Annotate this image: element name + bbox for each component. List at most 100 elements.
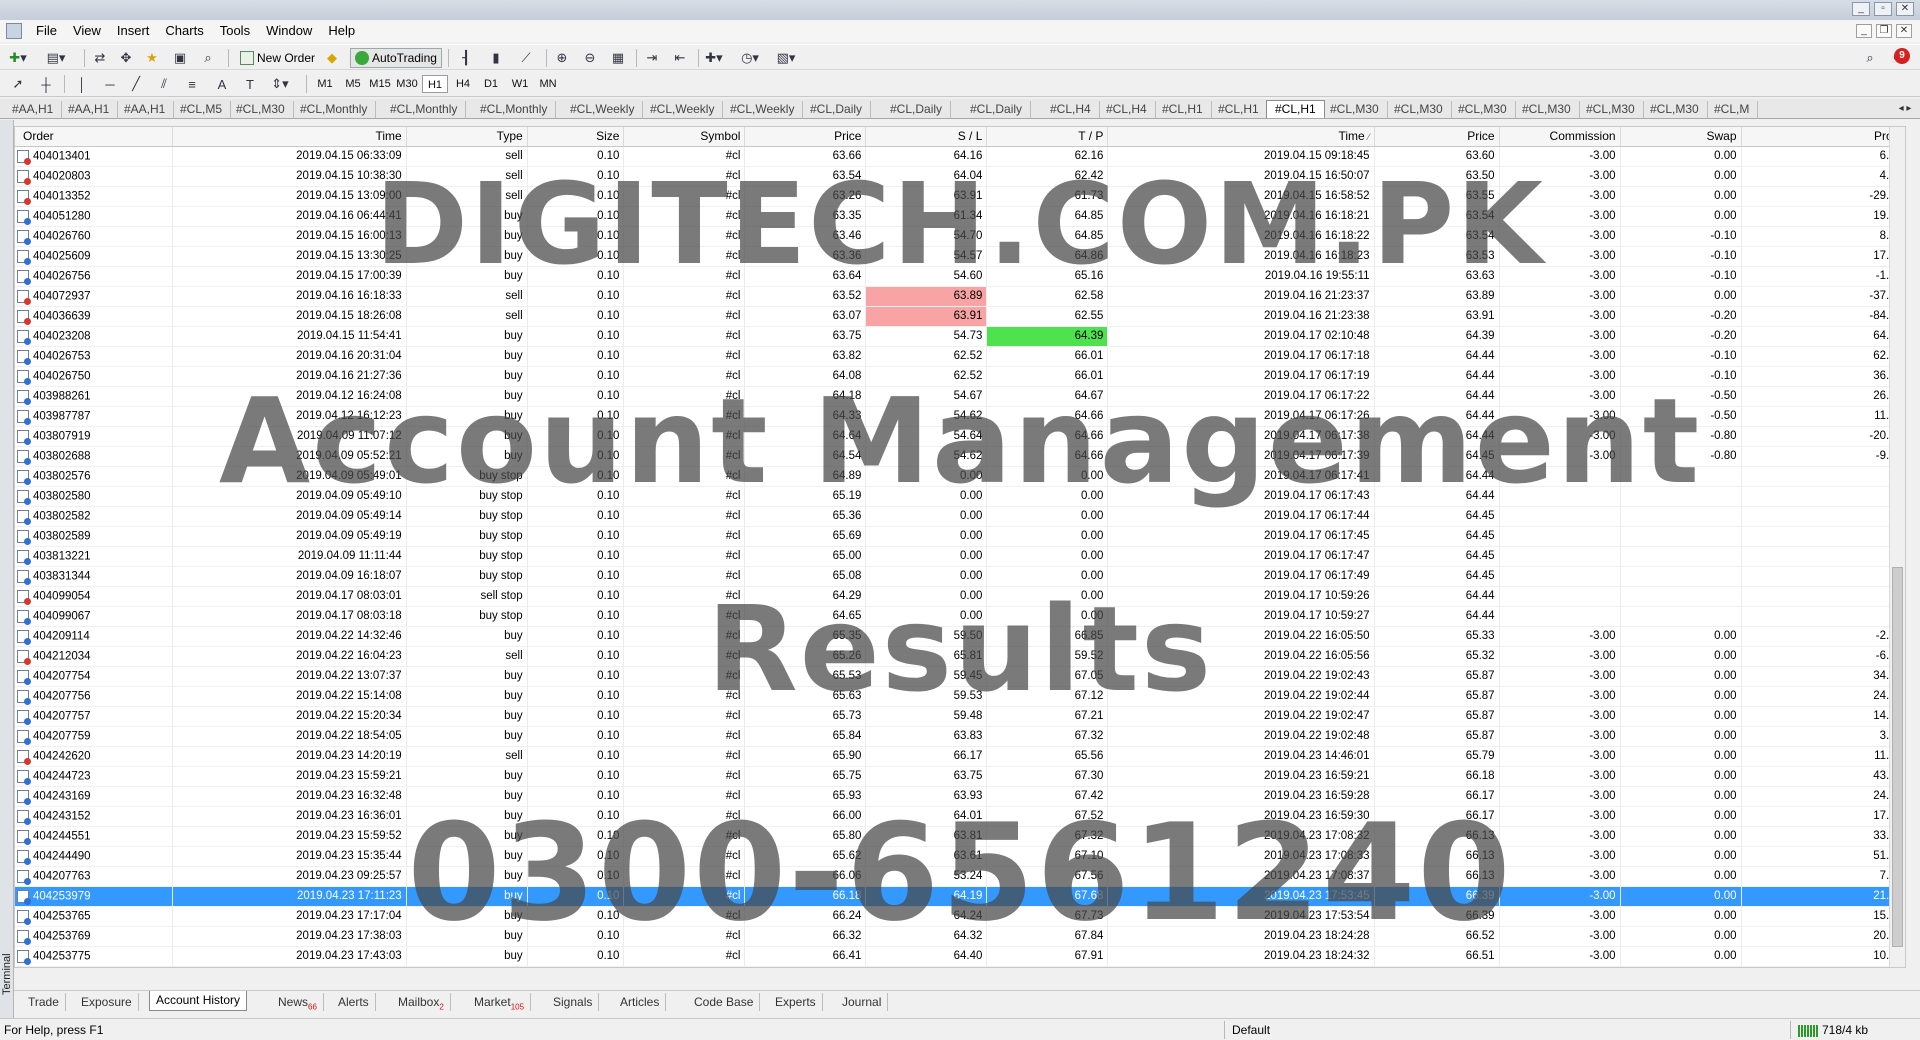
timeframe-m15[interactable]: M15 [367,75,393,93]
chart-tab[interactable]: #CL,Daily [962,101,1032,118]
terminal-tab[interactable]: News66 [272,993,324,1011]
col-size[interactable]: Size [527,127,625,147]
chart-tab[interactable]: #CL,Weekly [562,101,644,118]
close-icon[interactable]: ✕ [1896,2,1914,16]
autotrading-button[interactable]: AutoTrading [350,48,442,68]
fibonacci-icon[interactable]: ≡ [182,74,202,94]
chart-tab[interactable]: #CL,Monthly [472,101,557,118]
chart-tab[interactable]: #CL,H1 [1210,101,1268,118]
crosshair-icon[interactable]: ┼ [36,74,56,94]
autoscroll-icon[interactable]: ⇥ [642,48,662,68]
history-row[interactable]: 403802589 2019.04.09 05:49:19 buy stop 0.10… [15,526,1905,547]
history-row[interactable]: 404209114 2019.04.22 14:32:46 buy 0.10 #cl 65… [15,626,1905,647]
history-row[interactable]: 404026760 2019.04.15 16:00:13 buy 0.10 #cl 63… [15,226,1905,247]
chart-tab[interactable]: #CL,Daily [882,101,952,118]
vertical-line-icon[interactable]: │ [72,74,92,94]
chart-shift-icon[interactable]: ⇤ [670,48,690,68]
timeframe-m5[interactable]: M5 [340,75,366,93]
history-row[interactable]: 404013352 2019.04.15 13:09:00 sell 0.10 #cl 6… [15,186,1905,207]
mdi-restore-icon[interactable]: ❐ [1876,24,1892,38]
history-row[interactable]: 404253769 2019.04.23 17:38:03 buy 0.10 #cl 66… [15,926,1905,947]
chart-tab[interactable]: #CL,H4 [1098,101,1156,118]
chart-tab[interactable]: #CL,M30 [1514,101,1580,118]
history-row[interactable]: 404242620 2019.04.23 14:20:19 sell 0.10 #cl 6… [15,746,1905,767]
history-row[interactable]: 404253775 2019.04.23 17:43:03 buy 0.10 #cl 66… [15,946,1905,967]
col-swap[interactable]: Swap [1620,127,1742,147]
history-row[interactable]: 404020803 2019.04.15 10:38:30 sell 0.10 #cl 6… [15,166,1905,187]
history-row[interactable]: 403988261 2019.04.12 16:24:08 buy 0.10 #cl 64… [15,386,1905,407]
line-chart-icon[interactable]: ⟋ [516,48,536,68]
app-icon[interactable] [6,23,22,39]
history-row[interactable]: 403802688 2019.04.09 05:52:21 buy 0.10 #cl 64… [15,446,1905,467]
history-row[interactable]: 404013401 2019.04.15 06:33:09 sell 0.10 #cl 6… [15,146,1905,167]
terminal-tab[interactable]: Mailbox2 [392,993,451,1011]
chart-tab[interactable]: #CL,H1 [1266,100,1325,118]
strategy-tester-icon[interactable]: ⌕ [198,48,218,68]
history-row[interactable]: 404026750 2019.04.16 21:27:36 buy 0.10 #cl 64… [15,366,1905,387]
chart-tab[interactable]: #CL,M30 [1642,101,1708,118]
equidistant-channel-icon[interactable]: ⫽ [154,74,174,94]
history-row[interactable]: 404072937 2019.04.16 16:18:33 sell 0.10 #cl 6… [15,286,1905,307]
bar-chart-icon[interactable]: ┨ [456,48,476,68]
terminal-tab[interactable]: Market105 [468,993,532,1011]
history-row[interactable]: 404207756 2019.04.22 15:14:08 buy 0.10 #cl 65… [15,686,1905,707]
cursor-icon[interactable]: ➚ [8,74,28,94]
zoom-out-icon[interactable]: ⊖ [580,48,600,68]
terminal-tab[interactable]: Alerts [332,993,376,1011]
vertical-scrollbar[interactable] [1889,127,1905,967]
terminal-tab[interactable]: Experts [769,993,823,1011]
col-commission[interactable]: Commission [1499,127,1621,147]
chart-tab[interactable]: #CL,M5 [172,101,232,118]
terminal-tab[interactable]: Account History [149,991,248,1011]
chart-tab[interactable]: #CL,Weekly [722,101,804,118]
history-row[interactable]: 404243169 2019.04.23 16:32:48 buy 0.10 #cl 65… [15,786,1905,807]
history-row[interactable]: 403802580 2019.04.09 05:49:10 buy stop 0.10… [15,486,1905,507]
search-icon[interactable]: ⌕ [1860,48,1880,68]
menu-window[interactable]: Window [258,20,320,42]
profiles-icon[interactable]: ▤▾ [46,48,66,68]
col-close-time[interactable]: Time ⁄ [1107,127,1375,147]
trendline-icon[interactable]: ╱ [126,74,146,94]
col-order[interactable]: Order [15,127,173,147]
chart-tab[interactable]: #CL,Monthly [382,101,467,118]
history-row[interactable]: 404207763 2019.04.23 09:25:57 buy 0.10 #cl 66… [15,866,1905,887]
timeframe-h1[interactable]: H1 [422,75,448,93]
chart-tab[interactable]: #CL,H4 [1042,101,1100,118]
market-watch-icon[interactable]: ⇄ [90,48,110,68]
timeframe-m30[interactable]: M30 [394,75,420,93]
periods-icon[interactable]: ◷▾ [740,48,760,68]
col-open-time[interactable]: Time [172,127,407,147]
history-row[interactable]: 404036639 2019.04.15 18:26:08 sell 0.10 #cl 6… [15,306,1905,327]
zoom-in-icon[interactable]: ⊕ [552,48,572,68]
history-row[interactable]: 404051280 2019.04.16 06:44:41 buy 0.10 #cl 63… [15,206,1905,227]
metaeditor-icon[interactable]: ◆ [322,48,342,68]
candlestick-icon[interactable]: ▮ [486,48,506,68]
terminal-tab[interactable]: Signals [547,993,600,1011]
templates-icon[interactable]: ▧▾ [776,48,796,68]
history-row[interactable]: 404244490 2019.04.23 15:35:44 buy 0.10 #cl 65… [15,846,1905,867]
chart-tab[interactable]: #CL,M30 [1386,101,1452,118]
chart-tab[interactable]: #CL,M30 [228,101,294,118]
menu-insert[interactable]: Insert [109,20,158,42]
col-type[interactable]: Type [406,127,528,147]
history-row[interactable]: 404023208 2019.04.15 11:54:41 buy 0.10 #cl 63… [15,326,1905,347]
tab-scroll-arrows-icon[interactable]: ◂ ▸ [1890,99,1920,118]
history-row[interactable]: 404026756 2019.04.15 17:00:39 buy 0.10 #cl 63… [15,266,1905,287]
chart-tab[interactable]: #CL,Weekly [642,101,724,118]
history-row[interactable]: 404207759 2019.04.22 18:54:05 buy 0.10 #cl 65… [15,726,1905,747]
chart-tab[interactable]: #CL,H1 [1154,101,1212,118]
chart-tab[interactable]: #AA,H1 [4,101,63,118]
history-row[interactable]: 403802582 2019.04.09 05:49:14 buy stop 0.10… [15,506,1905,527]
indicators-icon[interactable]: ✚▾ [704,48,724,68]
text-label-icon[interactable]: T [240,74,260,94]
history-row[interactable]: 403802576 2019.04.09 05:49:01 buy stop 0.10… [15,466,1905,487]
history-row[interactable]: 404244551 2019.04.23 15:59:52 buy 0.10 #cl 65… [15,826,1905,847]
history-row[interactable]: 404207757 2019.04.22 15:20:34 buy 0.10 #cl 65… [15,706,1905,727]
history-row[interactable]: 404025609 2019.04.15 13:30:25 buy 0.10 #cl 63… [15,246,1905,267]
chart-tab[interactable]: #CL,Daily [802,101,872,118]
mdi-close-icon[interactable]: ✕ [1896,24,1912,38]
chart-tab[interactable]: #AA,H1 [116,101,175,118]
terminal-tab[interactable]: Exposure [75,993,139,1011]
history-row[interactable]: 403987787 2019.04.12 16:12:23 buy 0.10 #cl 64… [15,406,1905,427]
menu-charts[interactable]: Charts [157,20,211,42]
